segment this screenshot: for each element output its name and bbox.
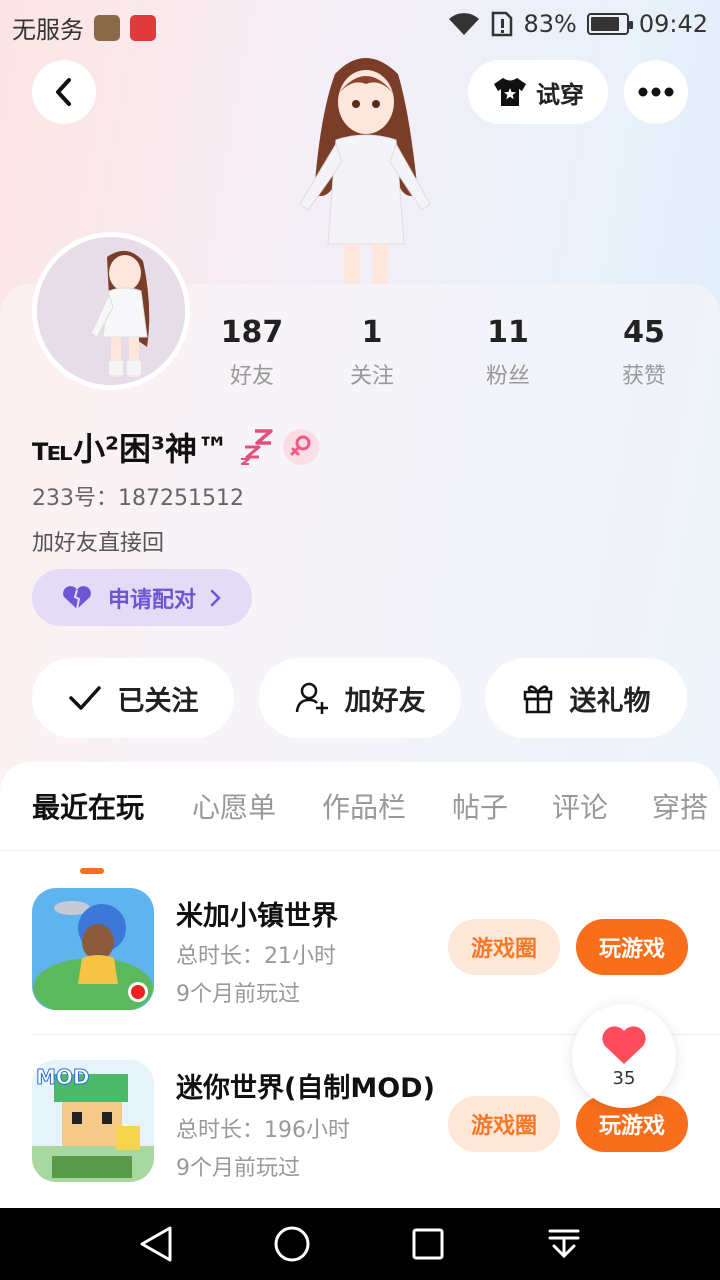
stat-fans[interactable]: 11 粉丝 bbox=[448, 316, 568, 390]
avatar[interactable] bbox=[32, 232, 190, 390]
profile-stats: 187 好友 1 关注 11 粉丝 45 获赞 bbox=[180, 316, 720, 396]
followed-button[interactable]: 已关注 bbox=[32, 658, 234, 738]
stat-label: 获赞 bbox=[621, 364, 666, 389]
stat-label: 关注 bbox=[349, 364, 394, 389]
floating-like-button[interactable]: 35 bbox=[572, 1004, 676, 1108]
stat-value: 187 bbox=[220, 315, 284, 350]
pull-down-icon bbox=[548, 1229, 580, 1259]
check-icon bbox=[68, 686, 101, 710]
system-nav-bar bbox=[0, 1208, 720, 1280]
sleep-zzz-icon bbox=[241, 429, 273, 465]
tab-recently-played[interactable]: 最近在玩 bbox=[32, 786, 144, 826]
game-last-played: 9个月前玩过 bbox=[176, 982, 300, 1007]
game-duration: 总时长：196小时 bbox=[176, 1118, 350, 1143]
tabs-divider bbox=[0, 850, 720, 851]
huawei-icon bbox=[130, 14, 156, 41]
game-last-played: 9个月前玩过 bbox=[176, 1156, 300, 1181]
nav-notification-pull-button[interactable] bbox=[542, 1222, 586, 1266]
notification-app-icon bbox=[94, 14, 120, 41]
character-model bbox=[299, 58, 431, 284]
stat-value: 1 bbox=[361, 315, 383, 350]
tab-outfits[interactable]: 穿搭 bbox=[652, 786, 708, 826]
mod-badge-text: MOD bbox=[36, 1065, 90, 1089]
apply-pair-label: 申请配对 bbox=[108, 587, 197, 613]
heart-pair-icon bbox=[63, 585, 91, 609]
battery-icon bbox=[586, 13, 633, 35]
nav-home-button[interactable] bbox=[270, 1222, 314, 1266]
nav-recents-button[interactable] bbox=[406, 1222, 450, 1266]
tab-works[interactable]: 作品栏 bbox=[322, 786, 406, 826]
game-icon[interactable] bbox=[32, 888, 154, 1010]
chevron-left-icon bbox=[56, 78, 71, 106]
gender-female-badge bbox=[283, 429, 320, 465]
play-game-button[interactable]: 玩游戏 bbox=[576, 919, 688, 975]
active-tab-indicator bbox=[80, 868, 104, 874]
sim-alert-icon bbox=[492, 11, 513, 37]
more-options-button[interactable] bbox=[624, 60, 688, 124]
tab-comments[interactable]: 评论 bbox=[552, 786, 608, 826]
stat-label: 好友 bbox=[229, 364, 274, 389]
game-icon[interactable]: MOD bbox=[32, 1060, 154, 1182]
chevron-right-icon bbox=[210, 589, 221, 606]
tab-wishlist[interactable]: 心愿单 bbox=[192, 786, 276, 826]
nav-back-button[interactable] bbox=[134, 1222, 178, 1266]
avatar-character-image bbox=[37, 237, 185, 385]
add-friend-button[interactable]: 加好友 bbox=[259, 658, 461, 738]
like-count: 35 bbox=[612, 1067, 636, 1089]
status-bar: 无服务 83% 09:42 bbox=[0, 0, 720, 50]
stat-likes[interactable]: 45 获赞 bbox=[584, 316, 704, 390]
user-id: 233号：187251512 bbox=[32, 486, 244, 511]
apply-pair-button[interactable]: 申请配对 bbox=[32, 569, 252, 626]
user-bio: 加好友直接回 bbox=[32, 531, 165, 556]
game-circle-button[interactable]: 游戏圈 bbox=[448, 1096, 560, 1152]
triangle-back-icon bbox=[140, 1226, 172, 1262]
gift-icon bbox=[523, 685, 552, 714]
username-row: ℡小²困³神™ bbox=[32, 424, 320, 470]
square-recents-icon bbox=[412, 1228, 444, 1260]
stat-label: 粉丝 bbox=[485, 364, 530, 389]
tshirt-star-icon bbox=[494, 78, 526, 106]
stat-value: 45 bbox=[623, 315, 665, 350]
followed-label: 已关注 bbox=[117, 685, 199, 717]
back-button[interactable] bbox=[32, 60, 96, 124]
game-name: 米加小镇世界 bbox=[176, 901, 338, 932]
add-friend-label: 加好友 bbox=[344, 685, 426, 717]
game-duration: 总时长：21小时 bbox=[176, 944, 336, 969]
circle-home-icon bbox=[274, 1226, 310, 1262]
send-gift-label: 送礼物 bbox=[569, 685, 651, 717]
more-dots-icon bbox=[638, 87, 674, 97]
send-gift-button[interactable]: 送礼物 bbox=[485, 658, 687, 738]
try-on-label: 试穿 bbox=[536, 80, 584, 109]
tab-bar: 最近在玩 心愿单 作品栏 帖子 评论 穿搭 bbox=[0, 786, 720, 874]
clock: 09:42 bbox=[638, 10, 708, 38]
tab-posts[interactable]: 帖子 bbox=[452, 786, 508, 826]
add-user-icon bbox=[295, 682, 328, 714]
female-icon bbox=[290, 435, 311, 456]
stat-value: 11 bbox=[487, 315, 529, 350]
game-circle-button[interactable]: 游戏圈 bbox=[448, 919, 560, 975]
carrier-text: 无服务 bbox=[12, 16, 84, 44]
game-name: 迷你世界(自制MOD) bbox=[176, 1073, 435, 1104]
stat-friends[interactable]: 187 好友 bbox=[192, 316, 312, 390]
wifi-icon bbox=[449, 13, 480, 35]
try-on-button[interactable]: 试穿 bbox=[468, 60, 608, 124]
list-item[interactable]: 米加小镇世界 总时长：21小时 9个月前玩过 游戏圈 玩游戏 bbox=[32, 888, 720, 1018]
battery-percent: 83% bbox=[523, 10, 577, 38]
heart-icon bbox=[602, 1025, 646, 1064]
stat-following[interactable]: 1 关注 bbox=[312, 316, 432, 390]
username: ℡小²困³神™ bbox=[32, 430, 230, 468]
